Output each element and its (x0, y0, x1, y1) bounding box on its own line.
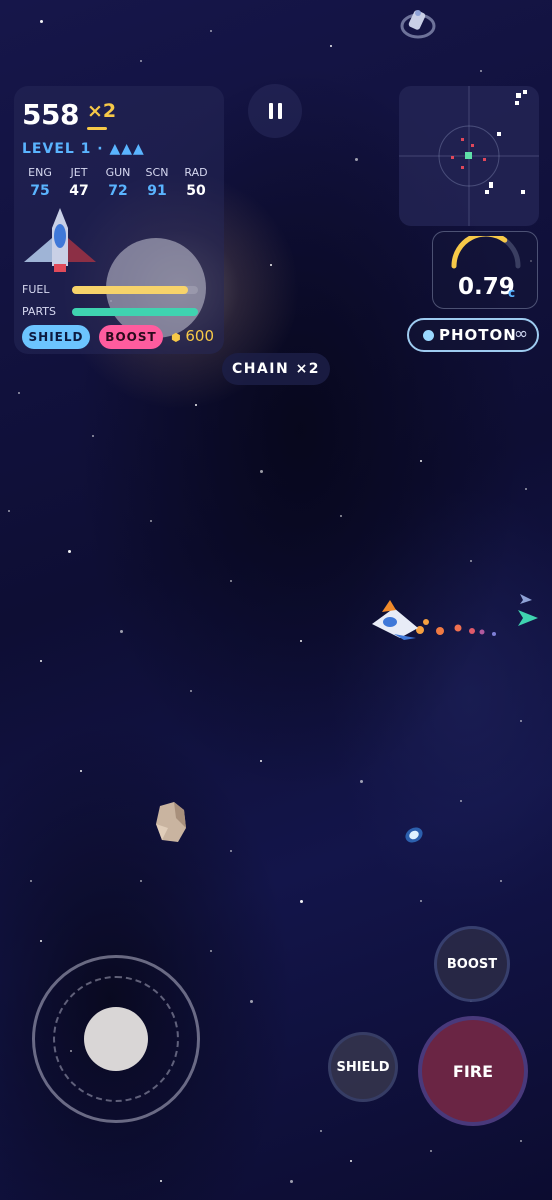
stat-value: 47 (69, 183, 89, 199)
fuel-bar (72, 286, 188, 294)
stat-jet: JET 47 (59, 166, 99, 199)
speed-gauge-arc (451, 236, 521, 269)
fuel-label: FUEL (22, 283, 50, 296)
star (140, 880, 142, 882)
star (420, 460, 422, 462)
radar-minimap[interactable] (399, 86, 539, 226)
star (430, 1150, 432, 1152)
enemy-arrow-icon (518, 594, 538, 626)
stat-label: JET (70, 166, 88, 179)
star (210, 30, 212, 32)
star (525, 488, 527, 490)
stat-label: SCN (145, 166, 169, 179)
pause-icon (277, 103, 282, 119)
star (92, 435, 94, 437)
stat-label: ENG (28, 166, 52, 179)
parts-label: PARTS (22, 305, 56, 318)
star (360, 780, 363, 783)
star (40, 660, 42, 662)
star (80, 770, 82, 772)
weapon-name: PHOTON (439, 326, 517, 344)
player-ship (372, 600, 496, 640)
star (40, 940, 42, 942)
star (18, 392, 20, 394)
stat-rad: RAD 50 (176, 166, 216, 199)
star (330, 45, 332, 47)
star (520, 1140, 522, 1142)
shield-button[interactable]: SHIELD (328, 1032, 398, 1102)
pause-button[interactable] (248, 84, 302, 138)
weapon-ammo: ∞ (514, 324, 529, 344)
star (120, 630, 123, 633)
star (8, 510, 10, 512)
star (420, 900, 422, 902)
player-ship-icon (24, 208, 96, 272)
star (500, 880, 502, 882)
star (355, 158, 358, 161)
star (68, 550, 71, 553)
stat-scn: SCN 91 (137, 166, 177, 199)
radar-display (399, 86, 539, 226)
speed-unit: c (508, 286, 516, 300)
score-multiplier: ×2 (87, 100, 117, 122)
star (300, 900, 303, 903)
energy-orb (405, 827, 423, 843)
speed-value: 0.79 (458, 274, 515, 300)
stat-eng: ENG 75 (20, 166, 60, 199)
stat-value: 91 (147, 183, 167, 199)
stat-value: 72 (108, 183, 128, 199)
pause-icon (268, 103, 273, 119)
boost-button[interactable]: BOOST (434, 926, 510, 1002)
star (30, 880, 32, 882)
star (460, 800, 462, 802)
coin-value: 600 (185, 327, 215, 345)
star (230, 850, 232, 852)
star (350, 1160, 352, 1162)
star (195, 404, 197, 406)
star (250, 1000, 253, 1003)
star (340, 515, 342, 517)
parts-bar (72, 308, 198, 316)
stat-value: 50 (186, 183, 206, 199)
star (520, 720, 522, 722)
coin-counter: ⬢ 600 (171, 327, 214, 345)
coin-icon: ⬢ (171, 331, 181, 344)
star (260, 760, 262, 762)
star (150, 520, 152, 522)
shield-pill-button[interactable]: SHIELD (22, 325, 90, 349)
star (480, 70, 482, 72)
level-indicator: LEVEL 1 · ▲▲▲ (22, 141, 145, 157)
star (470, 560, 472, 562)
joystick-knob[interactable] (84, 1007, 148, 1071)
stat-gun: GUN 72 (98, 166, 138, 199)
asteroid-icon (156, 802, 186, 842)
stat-label: GUN (105, 166, 131, 179)
star (300, 640, 302, 642)
star (140, 60, 142, 62)
star (270, 264, 272, 266)
score-value: 558 (22, 98, 79, 131)
star (190, 690, 192, 692)
star (260, 470, 263, 473)
star (230, 580, 232, 582)
star (210, 950, 212, 952)
satellite-icon (400, 10, 436, 39)
photon-icon (423, 330, 434, 341)
star (290, 1180, 293, 1183)
multiplier-underline (87, 127, 107, 130)
chain-indicator: CHAIN ×2 (222, 353, 330, 385)
fire-button[interactable]: FIRE (418, 1016, 528, 1126)
star (160, 1180, 162, 1182)
stat-label: RAD (184, 166, 208, 179)
star (40, 20, 43, 23)
weapon-selector[interactable]: PHOTON ∞ (407, 318, 539, 352)
stat-value: 75 (30, 183, 50, 199)
star (320, 1130, 322, 1132)
boost-pill-button[interactable]: BOOST (99, 325, 163, 349)
